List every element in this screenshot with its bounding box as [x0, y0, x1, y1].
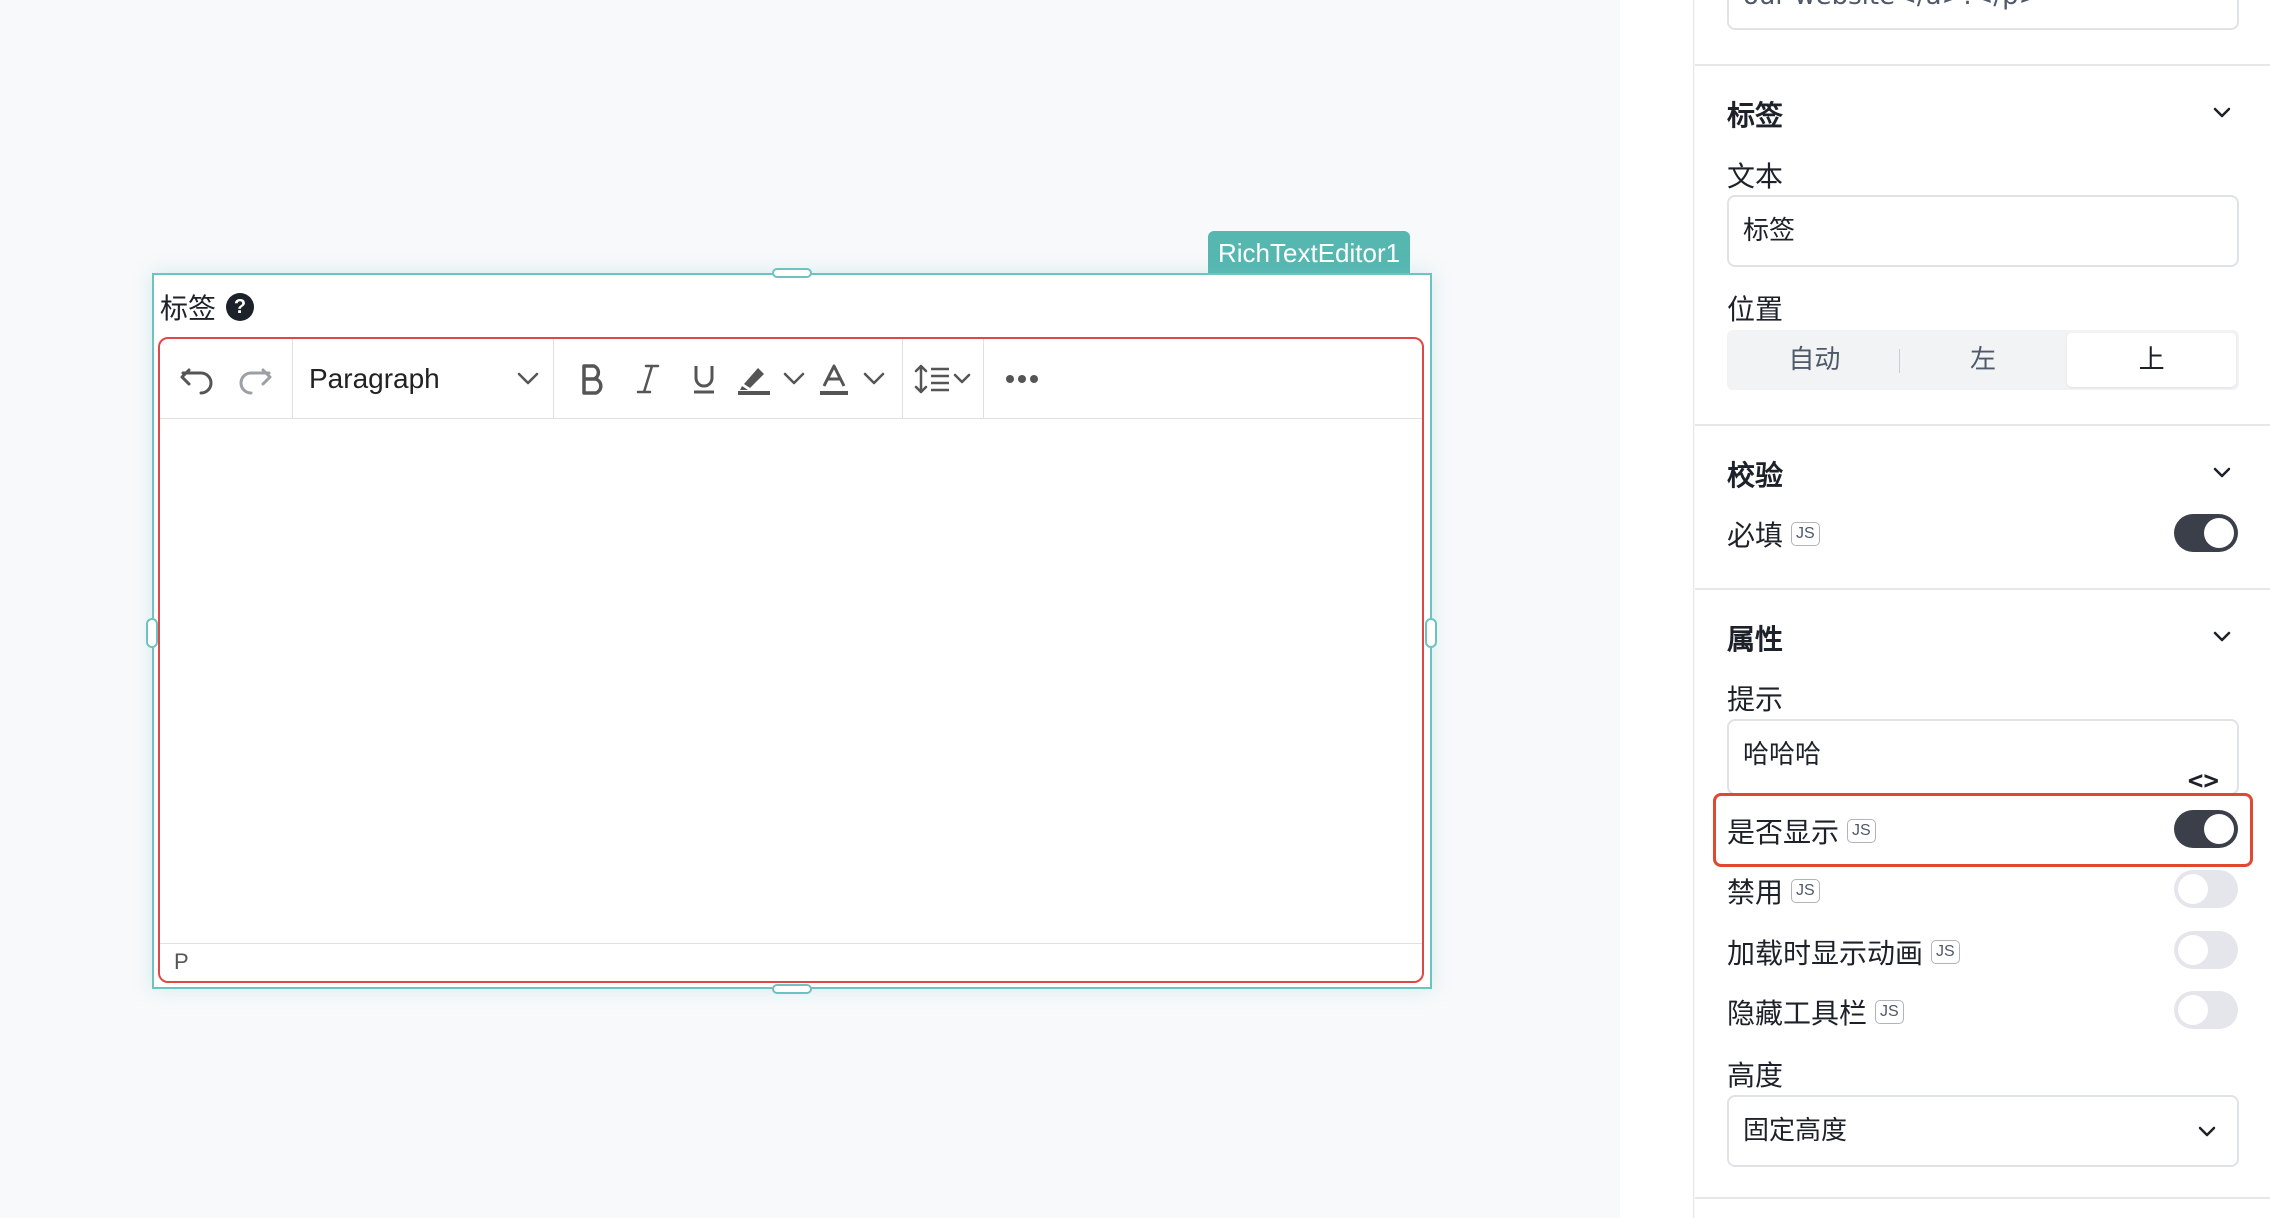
format-group: [554, 339, 903, 419]
position-option-auto[interactable]: 自动: [1730, 333, 1899, 387]
editor-toolbar: Paragraph: [160, 339, 1422, 419]
history-group: [160, 339, 293, 419]
rich-text-editor-widget[interactable]: 标签 ? Paragraph P: [152, 273, 1432, 989]
block-format-select[interactable]: Paragraph: [293, 363, 553, 395]
rich-text-editor[interactable]: Paragraph P: [158, 337, 1424, 983]
disabled-label: 禁用: [1727, 876, 1784, 909]
field-label: 标签 ?: [160, 287, 255, 327]
panel-gutter: [1620, 0, 1694, 1218]
chevron-down-icon[interactable]: [776, 349, 812, 409]
position-option-left[interactable]: 左: [1898, 333, 2068, 387]
height-select[interactable]: 固定高度: [1727, 1095, 2239, 1167]
disabled-row-label: 禁用 JS: [1727, 871, 1820, 911]
more-group: [984, 339, 1060, 419]
tooltip-input[interactable]: 哈哈哈 <>: [1727, 719, 2239, 796]
divider: [1695, 588, 2270, 590]
undo-icon[interactable]: [170, 349, 226, 409]
help-icon[interactable]: ?: [226, 293, 255, 321]
chevron-down-icon[interactable]: [2210, 100, 2234, 124]
chevron-down-icon: [517, 372, 539, 384]
section-title-properties: 属性: [1727, 623, 1784, 656]
required-label: 必填: [1727, 519, 1784, 552]
underline-icon[interactable]: [676, 349, 732, 409]
hide-toolbar-toggle[interactable]: [2174, 991, 2238, 1029]
line-height-group: [903, 339, 984, 419]
divider: [1695, 1197, 2270, 1199]
visible-label: 是否显示: [1727, 816, 1840, 849]
section-title-label: 标签: [1727, 99, 1784, 132]
js-badge[interactable]: JS: [1791, 522, 1820, 546]
section-title-validation: 校验: [1727, 459, 1784, 492]
height-label: 高度: [1727, 1059, 1784, 1092]
component-name-tag[interactable]: RichTextEditor1: [1208, 231, 1411, 275]
resize-handle-bottom[interactable]: [772, 984, 812, 994]
line-height-icon[interactable]: [913, 349, 973, 409]
block-format-value: Paragraph: [309, 362, 440, 394]
tooltip-label: 提示: [1727, 683, 1784, 716]
required-toggle[interactable]: [2174, 514, 2238, 552]
hide-toolbar-label: 隐藏工具栏: [1727, 997, 1868, 1030]
bold-icon[interactable]: [564, 349, 620, 409]
loading-anim-label: 加载时显示动画: [1727, 937, 1924, 970]
disabled-toggle[interactable]: [2174, 870, 2238, 908]
loading-anim-toggle[interactable]: [2174, 931, 2238, 969]
divider: [1695, 424, 2270, 426]
height-value: 固定高度: [1743, 1116, 1848, 1146]
field-label-text: 标签: [160, 292, 217, 325]
position-label: 位置: [1727, 293, 1784, 326]
editor-content-area[interactable]: [160, 419, 1422, 945]
canvas-area: RichTextEditor1 标签 ? Paragraph P: [0, 0, 1620, 1218]
js-badge[interactable]: JS: [1791, 879, 1820, 903]
block-format-group: Paragraph: [293, 339, 554, 419]
divider: [1695, 64, 2270, 66]
visible-row-label: 是否显示 JS: [1727, 811, 1876, 851]
text-label: 文本: [1727, 160, 1784, 193]
italic-icon[interactable]: [620, 349, 676, 409]
properties-panel: our website</a>.</p> 标签 文本 标签 位置 自动 左 上 …: [1695, 0, 2270, 1218]
more-icon[interactable]: [994, 349, 1050, 409]
redo-icon[interactable]: [226, 349, 282, 409]
resize-handle-right[interactable]: [1425, 618, 1437, 648]
chevron-down-icon[interactable]: [2210, 624, 2234, 648]
js-badge[interactable]: JS: [1875, 1000, 1904, 1024]
element-path-statusbar: P: [160, 943, 1422, 981]
tooltip-value: 哈哈哈: [1743, 740, 1822, 770]
chevron-down-icon: [2198, 1126, 2216, 1137]
text-color-icon[interactable]: [812, 349, 856, 409]
hide-toolbar-row-label: 隐藏工具栏 JS: [1727, 992, 1904, 1032]
resize-handle-left[interactable]: [146, 618, 158, 648]
chevron-down-icon[interactable]: [856, 349, 892, 409]
visible-toggle[interactable]: [2174, 810, 2238, 848]
position-option-top[interactable]: 上: [2067, 333, 2237, 387]
resize-handle-top[interactable]: [772, 268, 812, 278]
label-text-input[interactable]: 标签: [1727, 195, 2239, 267]
js-badge[interactable]: JS: [1847, 819, 1876, 843]
highlight-color-icon[interactable]: [732, 349, 776, 409]
content-value-input[interactable]: our website</a>.</p>: [1727, 0, 2239, 30]
loading-anim-row-label: 加载时显示动画 JS: [1727, 932, 1960, 972]
position-segmented-control: 自动 左 上: [1727, 330, 2239, 390]
chevron-down-icon[interactable]: [2210, 460, 2234, 484]
required-row-label: 必填 JS: [1727, 514, 1820, 554]
js-badge[interactable]: JS: [1931, 940, 1960, 964]
